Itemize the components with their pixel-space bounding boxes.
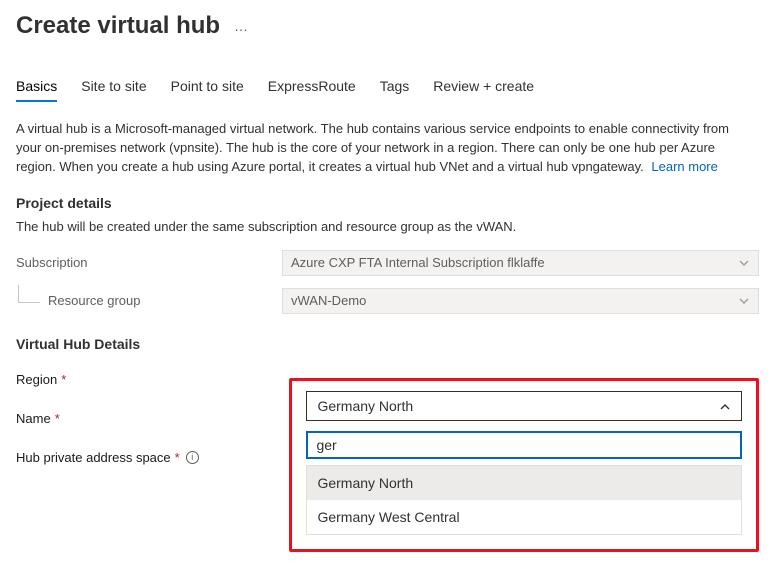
resource-group-label-text: Resource group	[48, 293, 141, 308]
resource-group-label: Resource group	[16, 293, 282, 308]
tab-tags[interactable]: Tags	[380, 78, 410, 102]
resource-group-value: vWAN-Demo	[291, 293, 366, 308]
name-label-text: Name	[16, 411, 51, 426]
project-details-heading: Project details	[16, 195, 759, 211]
address-space-label: Hub private address space * i	[16, 450, 282, 465]
subscription-label: Subscription	[16, 255, 282, 270]
subscription-dropdown[interactable]: Azure CXP FTA Internal Subscription flkl…	[282, 250, 759, 276]
tab-expressroute[interactable]: ExpressRoute	[268, 78, 356, 102]
region-label-text: Region	[16, 372, 57, 387]
chevron-down-icon	[738, 295, 750, 307]
info-icon[interactable]: i	[186, 451, 199, 464]
learn-more-link[interactable]: Learn more	[651, 159, 717, 174]
project-details-sub: The hub will be created under the same s…	[16, 219, 759, 234]
region-option[interactable]: Germany North	[307, 466, 741, 500]
tab-basics[interactable]: Basics	[16, 78, 57, 102]
tab-review-create[interactable]: Review + create	[433, 78, 534, 102]
tab-bar: Basics Site to site Point to site ExpressRo…	[16, 78, 759, 102]
tab-site-to-site[interactable]: Site to site	[81, 78, 146, 102]
region-selected-value: Germany North	[317, 398, 413, 414]
description-text: A virtual hub is a Microsoft-managed vir…	[16, 120, 756, 177]
chevron-up-icon	[719, 400, 731, 412]
region-label: Region *	[16, 372, 282, 387]
page-title: Create virtual hub	[16, 12, 220, 40]
resource-group-dropdown[interactable]: vWAN-Demo	[282, 288, 759, 314]
region-dropdown-highlight: Germany North Germany NorthGermany West …	[289, 378, 759, 552]
chevron-down-icon	[738, 257, 750, 269]
required-indicator: *	[175, 450, 180, 465]
required-indicator: *	[55, 411, 60, 426]
name-label: Name *	[16, 411, 282, 426]
address-space-label-text: Hub private address space	[16, 450, 171, 465]
tab-point-to-site[interactable]: Point to site	[171, 78, 244, 102]
subscription-value: Azure CXP FTA Internal Subscription flkl…	[291, 255, 545, 270]
required-indicator: *	[61, 372, 66, 387]
region-options-list: Germany NorthGermany West Central	[306, 465, 742, 535]
description-body: A virtual hub is a Microsoft-managed vir…	[16, 121, 729, 174]
region-dropdown[interactable]: Germany North	[306, 391, 742, 421]
region-search-input[interactable]	[306, 431, 742, 459]
hierarchy-indent-icon	[18, 285, 40, 303]
region-option[interactable]: Germany West Central	[307, 500, 741, 534]
more-icon[interactable]: …	[234, 18, 250, 34]
virtual-hub-heading: Virtual Hub Details	[16, 336, 759, 352]
